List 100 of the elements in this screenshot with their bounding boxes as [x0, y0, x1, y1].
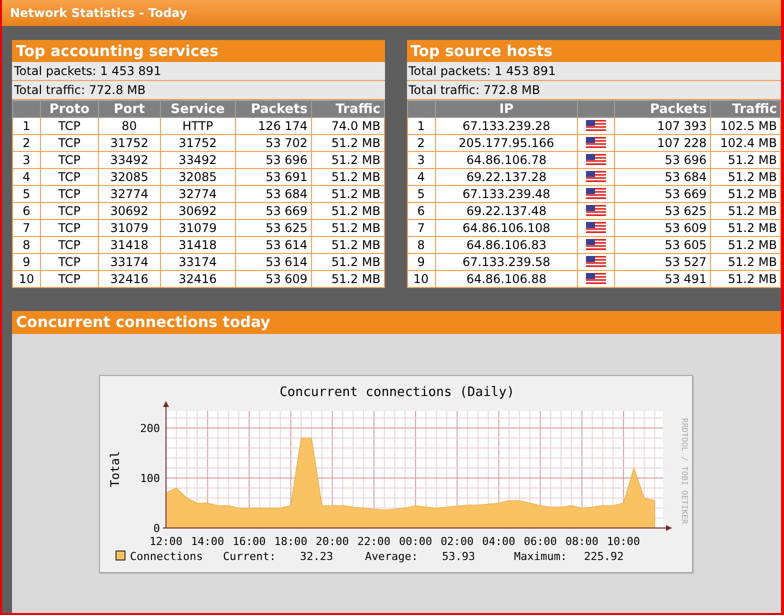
table-cell: 53 527 — [614, 254, 710, 270]
column-header: Packets — [614, 100, 710, 118]
rank-cell: 3 — [407, 152, 436, 168]
table-cell: 51.2 MB — [710, 202, 780, 220]
table-cell: TCP — [40, 202, 98, 220]
table-cell: 69.22.137.28 — [435, 168, 578, 186]
table-cell: 51.2 MB — [311, 152, 384, 168]
table-cell: 51.2 MB — [710, 236, 780, 254]
chart-title: Concurrent connections (Daily) — [280, 385, 514, 400]
table-cell: 31418 — [160, 236, 236, 254]
tick-label: 18:00 — [274, 535, 308, 548]
table-cell: 107 228 — [614, 134, 710, 152]
table-cell: 51.2 MB — [311, 186, 384, 202]
table-cell: 67.133.239.28 — [435, 118, 578, 134]
rank-cell: 10 — [407, 270, 436, 288]
rank-cell: 4 — [407, 168, 436, 186]
rank-cell: 7 — [12, 220, 40, 236]
table-cell: 51.2 MB — [311, 270, 384, 288]
table-cell: 205.177.95.166 — [435, 134, 578, 152]
tick-label: 02:00 — [440, 535, 474, 548]
stat-value: 32.23 — [300, 550, 334, 563]
table-cell: 33492 — [160, 152, 236, 168]
column-header: IP — [435, 100, 578, 118]
rank-cell: 5 — [407, 186, 436, 202]
rank-cell: 1 — [12, 118, 40, 134]
table-cell: 51.2 MB — [311, 220, 384, 236]
tick-label: 08:00 — [565, 535, 598, 548]
table-cell: 32774 — [98, 186, 160, 202]
column-header: Packets — [235, 100, 312, 118]
rank-cell: 6 — [407, 202, 436, 220]
table-cell: 32774 — [160, 186, 236, 202]
section-title: Concurrent connections today — [12, 311, 781, 334]
table-cell: TCP — [40, 134, 98, 152]
table-cell: 53 614 — [235, 236, 312, 254]
rank-cell: 10 — [12, 270, 40, 288]
stat-value: 53.93 — [442, 550, 476, 563]
table-cell: 102.4 MB — [710, 134, 780, 152]
table-cell: 51.2 MB — [710, 220, 780, 236]
table-cell: 53 696 — [235, 152, 312, 168]
rank-cell: 1 — [407, 118, 436, 134]
tick-label: 10:00 — [606, 535, 640, 548]
table-cell: 53 614 — [235, 254, 312, 270]
table-cell: TCP — [40, 254, 98, 270]
table-cell: 53 625 — [235, 220, 312, 236]
table-cell: 31079 — [98, 220, 160, 236]
table-cell: 74.0 MB — [311, 118, 384, 134]
table-cell: 64.86.106.83 — [435, 236, 578, 254]
tick-label: 06:00 — [524, 535, 557, 548]
tick-label: 00:00 — [398, 535, 432, 548]
table-cell: 67.133.239.58 — [435, 254, 578, 270]
rank-cell: 7 — [407, 220, 436, 236]
table-cell: 32416 — [98, 270, 160, 288]
table-cell: 31079 — [160, 220, 236, 236]
tick-label: 12:00 — [149, 535, 183, 548]
legend-label: Connections — [130, 550, 203, 563]
tick-label: 16:00 — [232, 535, 266, 548]
table-cell: 33174 — [160, 254, 236, 270]
rank-cell: 6 — [12, 202, 40, 220]
rank-cell: 9 — [12, 254, 40, 270]
table-cell: 53 669 — [614, 186, 710, 202]
table-cell: 31752 — [98, 134, 160, 152]
table-cell: 51.2 MB — [710, 152, 780, 168]
table-cell: 51.2 MB — [710, 270, 780, 288]
table-cell: 53 605 — [614, 236, 710, 254]
rank-cell: 5 — [12, 186, 40, 202]
table-cell: 32085 — [98, 168, 160, 186]
table-cell: 32416 — [160, 270, 236, 288]
tick-label: 200 — [140, 422, 160, 435]
table-cell: 53 696 — [614, 152, 710, 168]
table-cell: TCP — [40, 118, 98, 134]
table-cell: 51.2 MB — [311, 202, 384, 220]
tick-label: 100 — [140, 472, 160, 485]
credit-text: RRDTOOL / TOBI OETIKER — [680, 418, 689, 524]
table-cell: 126 174 — [235, 118, 312, 134]
rank-cell: 3 — [12, 152, 40, 168]
table-cell: 64.86.106.108 — [435, 220, 578, 236]
rank-cell: 4 — [12, 168, 40, 186]
table-cell: 53 684 — [235, 186, 312, 202]
table-cell: 53 625 — [614, 202, 710, 220]
table-cell: 30692 — [160, 202, 236, 220]
table-cell: 51.2 MB — [311, 254, 384, 270]
table-cell: 31418 — [98, 236, 160, 254]
column-header: Service — [160, 100, 236, 118]
table-cell: 51.2 MB — [710, 168, 780, 186]
stat-label: Maximum: — [514, 550, 567, 563]
table-cell: 30692 — [98, 202, 160, 220]
table-cell: 80 — [98, 118, 160, 134]
table-cell: 67.133.239.48 — [435, 186, 578, 202]
tick-label: 14:00 — [191, 535, 224, 548]
table-cell: 64.86.106.78 — [435, 152, 578, 168]
table-cell: 53 491 — [614, 270, 710, 288]
table-cell: 51.2 MB — [311, 134, 384, 152]
table-cell: 53 609 — [235, 270, 312, 288]
tick-label: 0 — [153, 522, 160, 535]
table-cell: TCP — [40, 152, 98, 168]
column-header: Proto — [40, 100, 98, 118]
panel-title: Top accounting services — [12, 40, 384, 62]
axis-label: Total — [108, 450, 122, 488]
table-cell: 32085 — [160, 168, 236, 186]
table-cell: TCP — [40, 220, 98, 236]
